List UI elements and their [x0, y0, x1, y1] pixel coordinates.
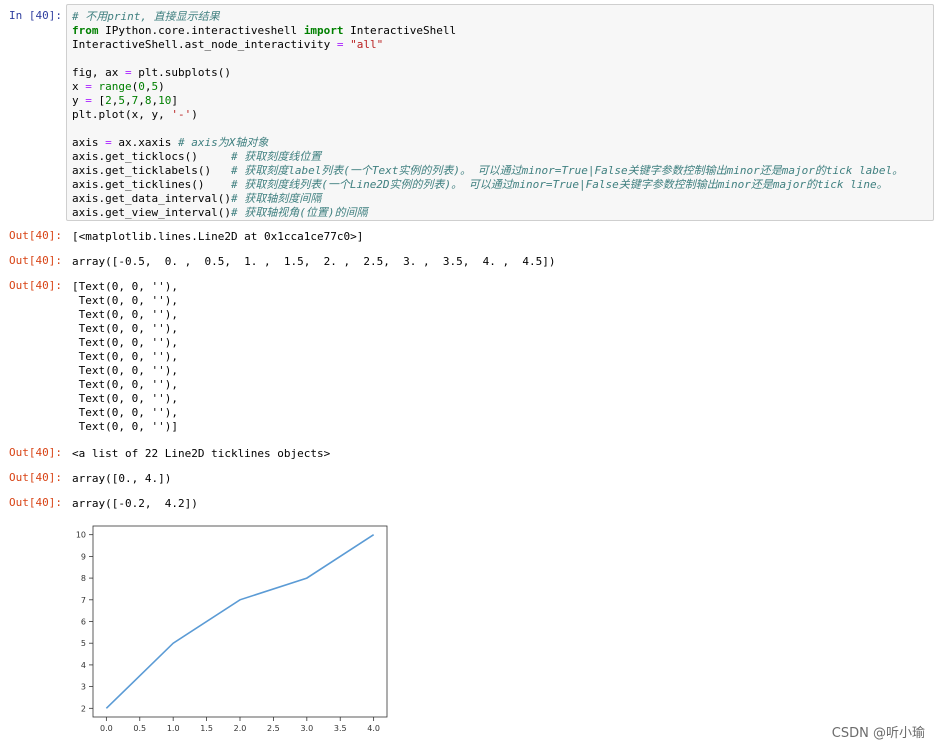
code-token: # 获取刻度线位置	[230, 150, 322, 163]
code-token: "all"	[350, 38, 384, 51]
code-token: # 不用print, 直接显示结果	[72, 10, 220, 23]
code-token: =	[85, 80, 92, 93]
output-text: [Text(0, 0, ''), Text(0, 0, ''), Text(0,…	[72, 280, 178, 433]
code-line: axis.get_data_interval()# 获取轴刻度间隔	[72, 192, 321, 206]
output-text: <a list of 22 Line2D ticklines objects>	[72, 447, 331, 460]
code-token: ,	[144, 80, 152, 93]
code-token: fig, ax	[72, 66, 125, 79]
code-token: x	[72, 80, 86, 93]
code-line: y = [2,5,7,8,10]	[72, 94, 178, 108]
x-tick-label: 3.0	[300, 724, 313, 733]
x-tick-label: 0.5	[133, 724, 146, 733]
code-token: 2	[105, 94, 112, 107]
x-tick-label: 0.0	[100, 724, 113, 733]
x-tick-label: 1.5	[200, 724, 213, 733]
output-prompt: Out[40]:	[9, 446, 62, 459]
code-token: ,	[125, 94, 132, 107]
watermark: CSDN @听小瑜	[831, 726, 925, 741]
output-prompt: Out[40]:	[9, 496, 62, 509]
y-tick-label: 5	[81, 639, 86, 648]
code-line: plt.plot(x, y, '-')	[72, 108, 198, 122]
output-prompt: Out[40]:	[9, 471, 62, 484]
code-line: axis.get_ticklines() # 获取刻度线列表(一个Line2D实…	[72, 178, 888, 192]
code-token: # 获取轴刻度间隔	[230, 192, 322, 205]
code-token: y	[72, 94, 86, 107]
y-tick-label: 10	[76, 531, 86, 540]
output-prompt: Out[40]:	[9, 279, 62, 292]
x-tick-label: 2.0	[234, 724, 247, 733]
code-token: ]	[171, 94, 178, 107]
output-text: array([-0.5, 0. , 0.5, 1. , 1.5, 2. , 2.…	[72, 255, 556, 268]
code-token: # 获取刻度线列表(一个Line2D实例的列表)。 可以通过minor=True…	[230, 178, 888, 191]
x-tick-label: 1.0	[167, 724, 180, 733]
code-token: import	[303, 24, 344, 37]
code-token: ax.xaxis	[111, 136, 178, 149]
code-token: axis.get_ticklabels()	[72, 164, 231, 177]
y-tick-label: 7	[81, 596, 86, 605]
code-token: 8	[144, 94, 152, 107]
code-token: range	[98, 80, 132, 93]
code-token: =	[105, 136, 112, 149]
code-token: InteractiveShell.ast_node_interactivity	[72, 38, 337, 51]
code-token: ,	[138, 94, 145, 107]
code-token: axis.get_ticklocs()	[72, 150, 231, 163]
output-text: array([-0.2, 4.2])	[72, 497, 198, 510]
code-token: axis.get_view_interval()	[72, 206, 231, 219]
code-token: '-'	[171, 108, 192, 121]
code-line: fig, ax = plt.subplots()	[72, 66, 231, 80]
code-line: axis.get_ticklabels() # 获取刻度label列表(一个Te…	[72, 164, 903, 178]
code-token: plt.subplots()	[131, 66, 231, 79]
output-text: array([0., 4.])	[72, 472, 172, 485]
code-token: =	[336, 38, 344, 51]
code-token: =	[124, 66, 132, 79]
code-line: x = range(0,5)	[72, 80, 165, 94]
code-token: 10	[158, 94, 172, 107]
code-line: from IPython.core.interactiveshell impor…	[72, 24, 456, 38]
code-token: InteractiveShell	[343, 24, 457, 37]
output-prompt: Out[40]:	[9, 254, 62, 267]
code-token: 0	[138, 80, 145, 93]
code-line: InteractiveShell.ast_node_interactivity …	[72, 38, 383, 52]
y-tick-label: 4	[81, 661, 86, 670]
code-token: from	[72, 24, 99, 37]
code-line: axis = ax.xaxis # axis为X轴对象	[72, 136, 268, 150]
code-token: plt.plot(x, y,	[72, 108, 172, 121]
code-token: [	[91, 94, 106, 107]
code-token: # 获取轴视角(位置)的间隔	[230, 206, 368, 219]
x-tick-label: 4.0	[367, 724, 380, 733]
code-token: )	[158, 80, 165, 93]
y-tick-label: 8	[81, 574, 86, 583]
output-text: [<matplotlib.lines.Line2D at 0x1cca1ce77…	[72, 230, 364, 243]
code-token: IPython.core.interactiveshell	[98, 24, 304, 37]
code-token: axis.get_ticklines()	[72, 178, 231, 191]
x-tick-label: 2.5	[267, 724, 280, 733]
input-prompt: In [40]:	[9, 9, 62, 22]
line-chart: 0.0 0.5 1.0 1.5 2.0 2.5 3.0 3.5 4.0 2 3 4 5 6 7 8 9 10	[76, 525, 388, 733]
y-tick-label: 6	[81, 618, 86, 627]
y-tick-label: 2	[81, 704, 86, 713]
code-line: axis.get_ticklocs() # 获取刻度线位置	[72, 150, 321, 164]
code-token: =	[85, 94, 92, 107]
y-tick-label: 3	[81, 683, 86, 692]
code-line: axis.get_view_interval()# 获取轴视角(位置)的间隔	[72, 206, 367, 220]
code-token: axis	[72, 136, 106, 149]
output-prompt: Out[40]:	[9, 229, 62, 242]
code-token: axis.get_data_interval()	[72, 192, 231, 205]
code-token: 5	[118, 94, 125, 107]
code-line: # 不用print, 直接显示结果	[72, 10, 220, 24]
code-token: # 获取刻度label列表(一个Text实例的列表)。 可以通过minor=Tr…	[230, 164, 904, 177]
y-tick-label: 9	[81, 552, 86, 561]
code-cell[interactable]: # 不用print, 直接显示结果 from IPython.core.inter…	[66, 4, 934, 221]
code-token: )	[191, 108, 198, 121]
code-token: # axis为X轴对象	[177, 136, 269, 149]
x-tick-label: 3.5	[334, 724, 347, 733]
